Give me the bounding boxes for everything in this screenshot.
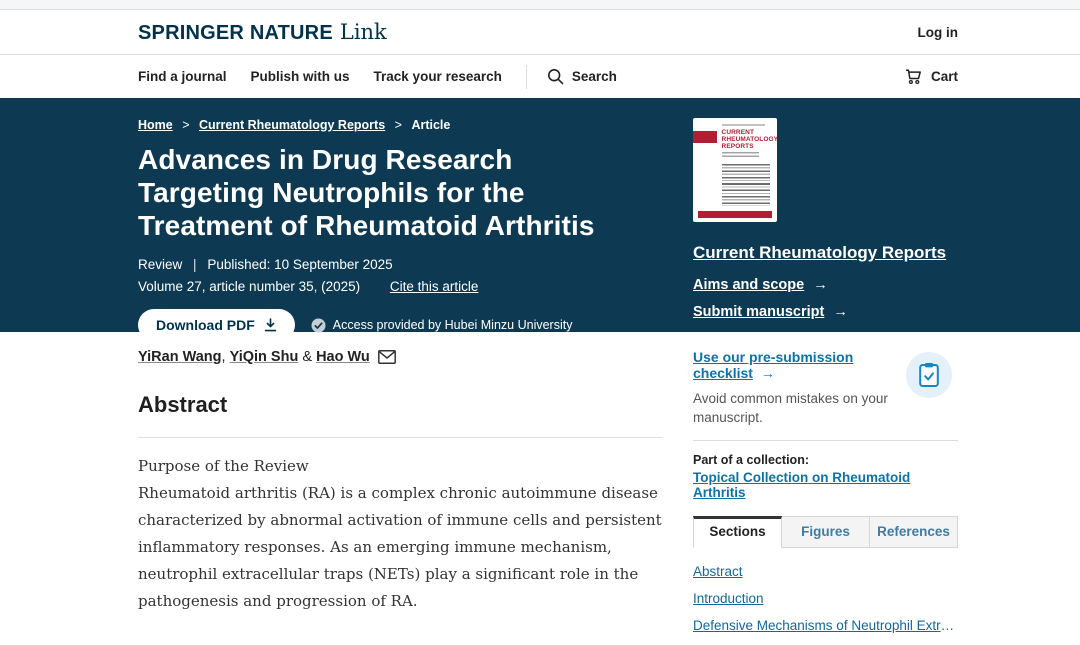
search-icon <box>547 68 564 85</box>
collection-link[interactable]: Topical Collection on Rheumatoid Arthrit… <box>693 470 958 500</box>
author-link[interactable]: YiRan Wang <box>138 349 222 365</box>
section-divider <box>138 437 663 438</box>
volume-info: Volume 27, article number 35, (2025) <box>138 279 360 294</box>
journal-cover-image[interactable]: CURRENT RHEUMATOLOGY REPORTS <box>693 118 777 222</box>
arrow-right-icon: → <box>813 277 828 293</box>
breadcrumb-journal[interactable]: Current Rheumatology Reports <box>199 118 385 132</box>
author-link[interactable]: YiQin Shu <box>230 349 299 365</box>
abstract-text: Rheumatoid arthritis (RA) is a complex c… <box>138 480 663 615</box>
breadcrumb: Home > Current Rheumatology Reports > Ar… <box>138 118 693 132</box>
banner-main: Home > Current Rheumatology Reports > Ar… <box>138 118 693 332</box>
submit-manuscript-label: Submit manuscript <box>693 304 824 320</box>
site-header: SPRINGER NATURE Link Log in <box>0 10 1080 55</box>
sidebar-divider <box>693 440 958 441</box>
author-separator: , <box>222 349 230 365</box>
submit-manuscript-link[interactable]: Submit manuscript → <box>693 304 958 320</box>
cover-red-band <box>693 131 717 143</box>
tab-figures[interactable]: Figures <box>782 516 870 548</box>
section-link-introduction[interactable]: Introduction <box>693 591 958 606</box>
access-note: Access provided by Hubei Minzu Universit… <box>311 318 573 333</box>
author-link[interactable]: Hao Wu <box>316 349 370 365</box>
springer-nature-logo[interactable]: SPRINGER NATURE Link <box>138 20 387 45</box>
section-link-abstract[interactable]: Abstract <box>693 564 958 579</box>
collection-label: Part of a collection: <box>693 453 958 467</box>
cart-label: Cart <box>931 69 958 84</box>
article-hero-banner: Home > Current Rheumatology Reports > Ar… <box>0 98 1080 332</box>
logo-link-suffix: Link <box>340 20 387 44</box>
article-sidebar: Use our pre-submission checklist → Avoid… <box>693 349 958 645</box>
cover-article-list-lines <box>722 164 771 206</box>
main-nav: Find a journal Publish with us Track you… <box>0 55 1080 98</box>
pre-submission-checklist-link[interactable]: Use our pre-submission checklist → <box>693 349 896 381</box>
abstract-purpose-label: Purpose of the Review <box>138 453 663 480</box>
cover-bottom-bar <box>698 211 772 218</box>
published-date: Published: 10 September 2025 <box>207 257 392 272</box>
browser-top-strip <box>0 0 1080 10</box>
arrow-right-icon: → <box>833 304 848 320</box>
cart-button[interactable]: Cart <box>905 68 958 85</box>
breadcrumb-separator: > <box>182 118 189 132</box>
cover-title: CURRENT RHEUMATOLOGY REPORTS <box>722 129 772 150</box>
download-pdf-label: Download PDF <box>156 317 255 333</box>
tab-references[interactable]: References <box>870 516 958 548</box>
search-label: Search <box>572 69 617 84</box>
check-circle-icon <box>311 318 326 333</box>
checklist-description: Avoid common mistakes on your manuscript… <box>693 389 896 427</box>
pre-submission-checklist-card: Use our pre-submission checklist → Avoid… <box>693 349 958 427</box>
login-link[interactable]: Log in <box>918 25 959 40</box>
article-meta-type: Review | Published: 10 September 2025 <box>138 254 693 276</box>
logo-wordmark: SPRINGER NATURE <box>138 22 333 45</box>
article-main-column: YiRan Wang , YiQin Shu & Hao Wu Abstract… <box>138 349 693 645</box>
cover-top-line <box>722 124 766 126</box>
tab-sections[interactable]: Sections <box>693 516 782 548</box>
banner-actions: Download PDF Access provided by Hubei Mi… <box>138 309 693 341</box>
email-envelope-icon[interactable] <box>378 350 396 364</box>
cover-subtitle-lines <box>722 152 759 157</box>
nav-find-a-journal[interactable]: Find a journal <box>138 69 227 84</box>
download-pdf-button[interactable]: Download PDF <box>138 309 295 341</box>
breadcrumb-separator: > <box>395 118 402 132</box>
sidebar-tabs: Sections Figures References <box>693 516 958 548</box>
article-type: Review <box>138 257 182 272</box>
authors-row: YiRan Wang , YiQin Shu & Hao Wu <box>138 349 663 365</box>
aims-and-scope-link[interactable]: Aims and scope → <box>693 277 958 293</box>
cite-this-article-link[interactable]: Cite this article <box>390 279 479 294</box>
download-icon <box>264 318 277 332</box>
author-separator: & <box>298 349 316 365</box>
section-link-defensive-mechanisms[interactable]: Defensive Mechanisms of Neutrophil Extra… <box>693 618 958 633</box>
nav-track-your-research[interactable]: Track your research <box>374 69 502 84</box>
search-button[interactable]: Search <box>547 68 617 85</box>
cart-icon <box>905 68 923 85</box>
breadcrumb-current: Article <box>411 118 450 132</box>
article-meta-volume: Volume 27, article number 35, (2025) Cit… <box>138 276 693 298</box>
meta-separator: | <box>193 257 197 272</box>
journal-home-link[interactable]: Current Rheumatology Reports <box>693 243 946 263</box>
article-title: Advances in Drug Research Targeting Neut… <box>138 143 618 242</box>
checklist-badge <box>906 352 952 398</box>
content-area: YiRan Wang , YiQin Shu & Hao Wu Abstract… <box>0 332 1080 645</box>
aims-and-scope-label: Aims and scope <box>693 277 804 293</box>
section-links-list: Abstract Introduction Defensive Mechanis… <box>693 564 958 633</box>
access-note-text: Access provided by Hubei Minzu Universit… <box>333 318 573 332</box>
breadcrumb-home[interactable]: Home <box>138 118 173 132</box>
abstract-heading: Abstract <box>138 392 663 418</box>
banner-journal-panel: CURRENT RHEUMATOLOGY REPORTS Current Rhe… <box>693 118 958 332</box>
arrow-right-icon: → <box>761 365 775 381</box>
nav-divider <box>526 65 527 89</box>
nav-publish-with-us[interactable]: Publish with us <box>251 69 350 84</box>
clipboard-check-icon <box>918 362 940 388</box>
